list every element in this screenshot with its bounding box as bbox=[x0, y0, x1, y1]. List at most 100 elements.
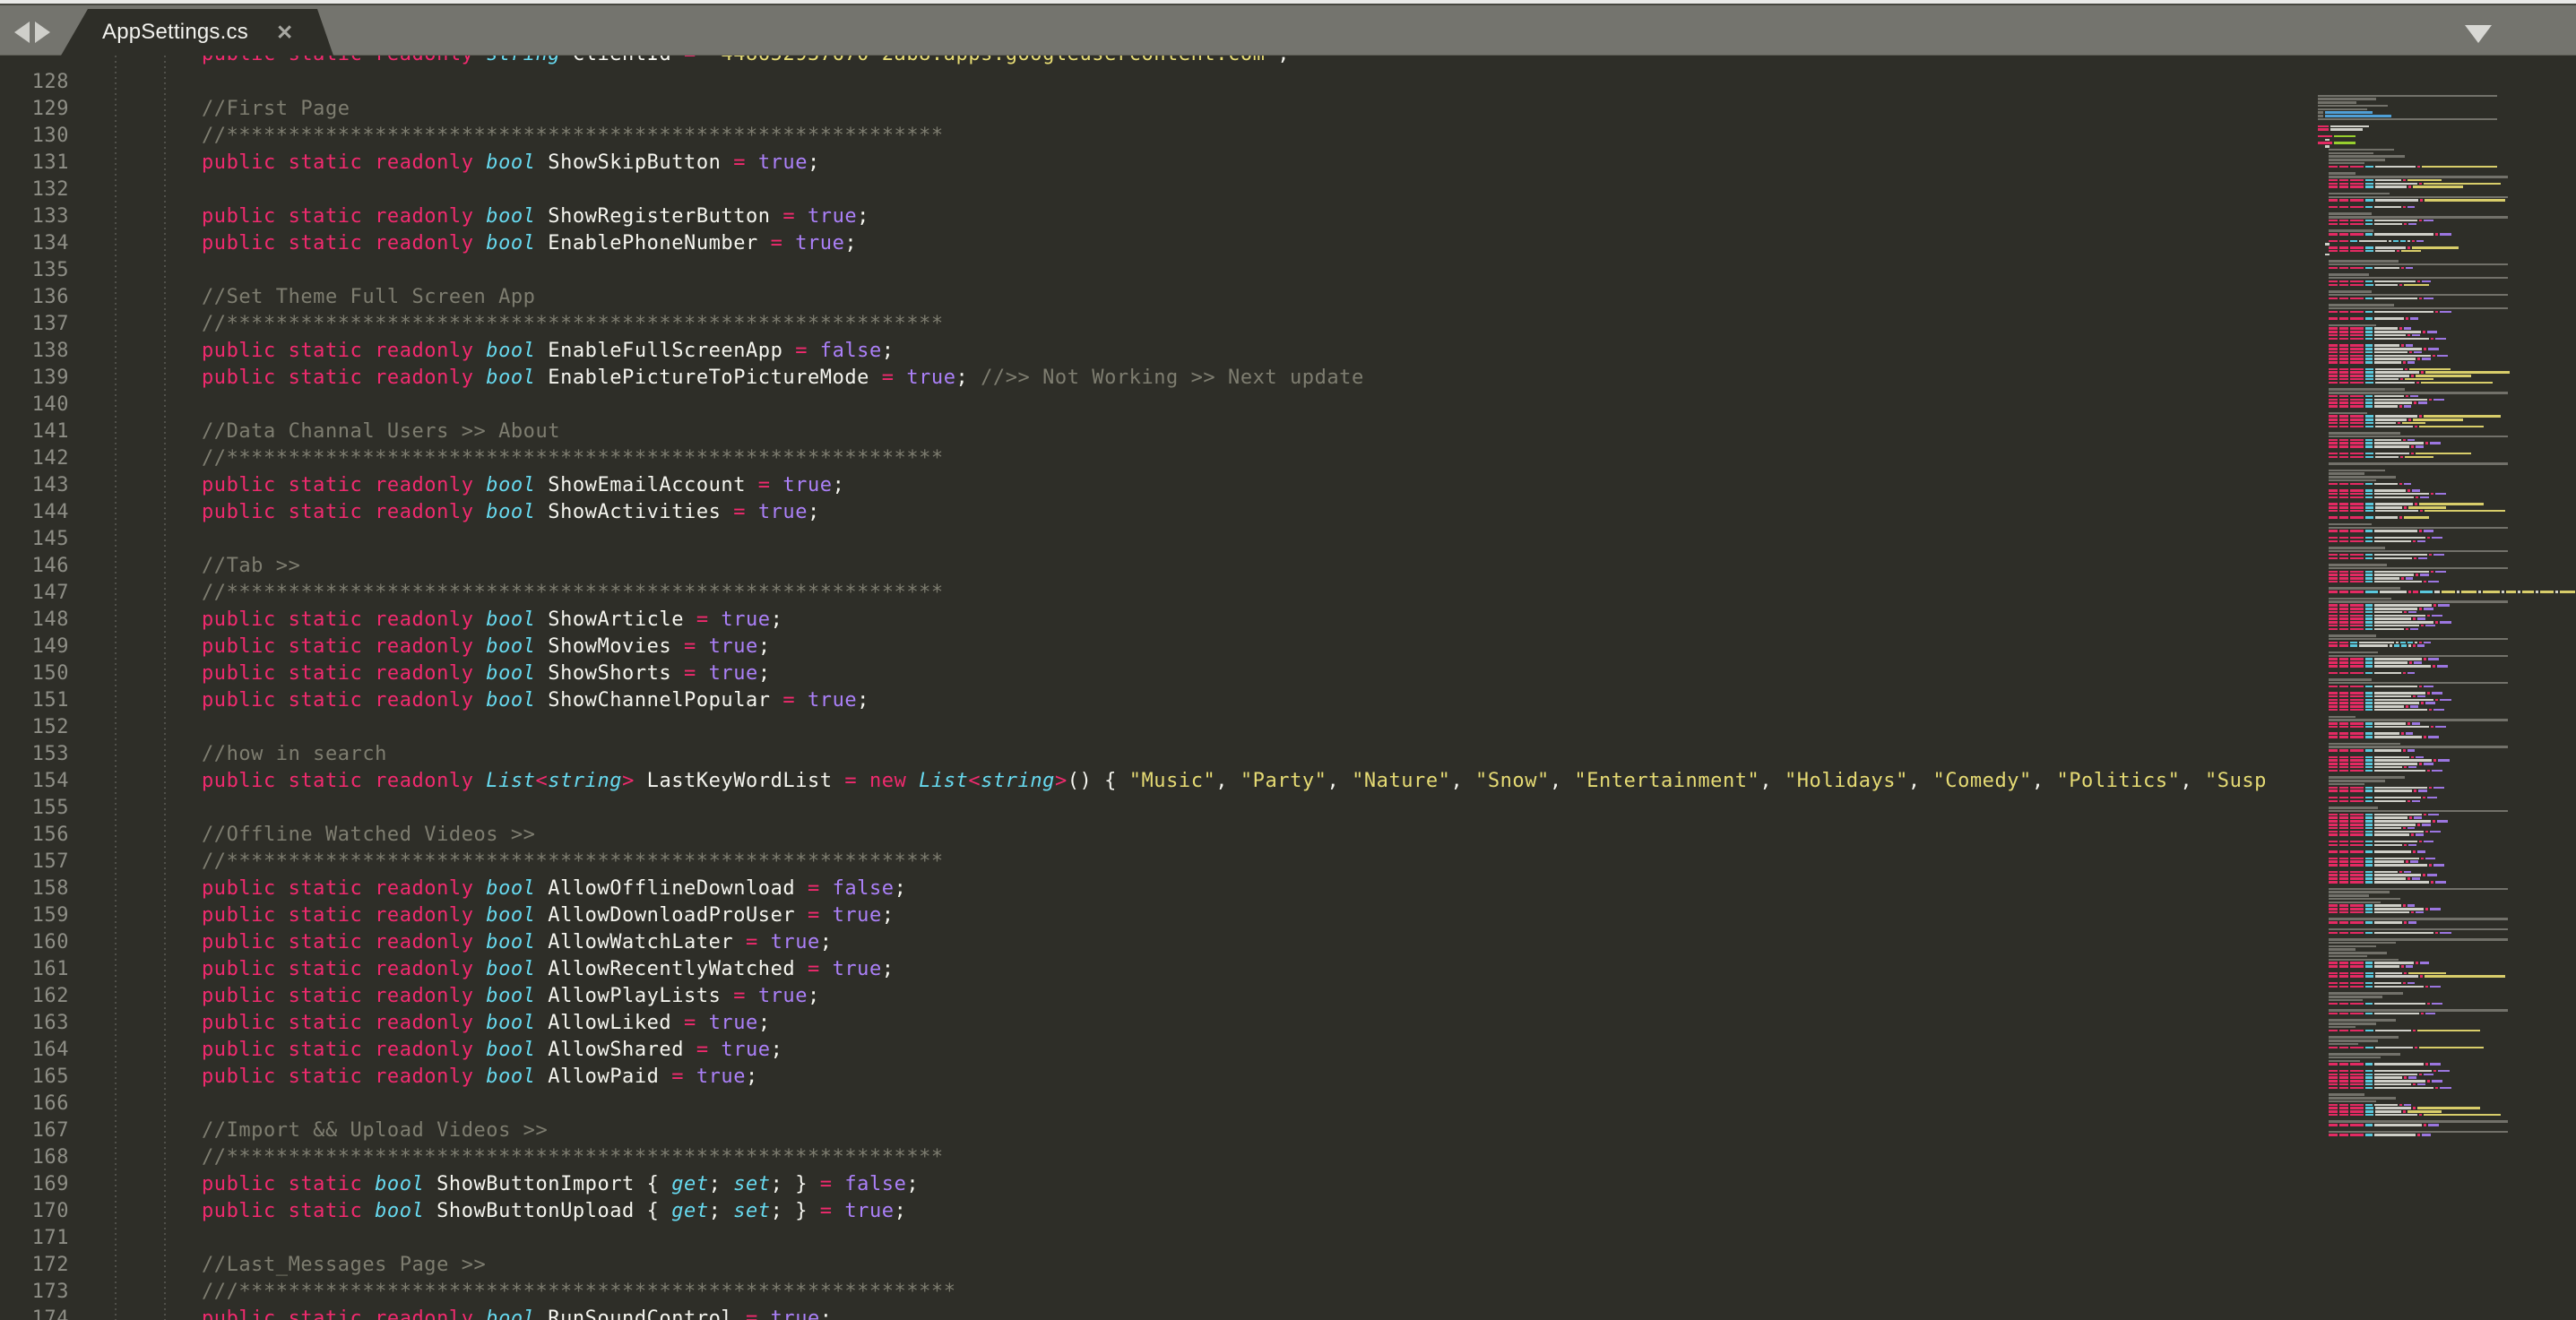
minimap-segment bbox=[2329, 621, 2338, 624]
minimap-segment bbox=[2329, 547, 2385, 549]
minimap-segment bbox=[2350, 705, 2364, 708]
minimap-segment bbox=[2350, 615, 2364, 617]
minimap-segment bbox=[2339, 1047, 2348, 1049]
minimap-segment bbox=[2424, 415, 2501, 418]
minimap-segment bbox=[2404, 1104, 2411, 1107]
minimap-segment bbox=[2408, 1076, 2416, 1079]
minimap-segment bbox=[2365, 692, 2373, 695]
minimap-segment bbox=[2329, 442, 2338, 444]
minimap-segment bbox=[2329, 1124, 2338, 1126]
minimap-segment bbox=[2329, 686, 2338, 688]
minimap-segment bbox=[2438, 604, 2450, 607]
minimap-segment bbox=[2350, 732, 2364, 735]
minimap[interactable] bbox=[2311, 56, 2576, 1320]
minimap-segment bbox=[2350, 1047, 2364, 1049]
minimap-segment bbox=[2440, 233, 2451, 236]
minimap-segment bbox=[2409, 368, 2451, 371]
minimap-segment bbox=[2339, 577, 2348, 580]
minimap-segment bbox=[2350, 699, 2364, 702]
minimap-segment bbox=[2365, 453, 2373, 455]
minimap-segment bbox=[2339, 220, 2348, 222]
minimap-segment bbox=[2413, 591, 2418, 593]
minimap-segment bbox=[2422, 166, 2496, 168]
minimap-segment bbox=[2365, 871, 2373, 874]
minimap-segment bbox=[2339, 787, 2348, 789]
minimap-segment bbox=[2375, 453, 2409, 455]
minimap-segment bbox=[2329, 749, 2338, 752]
minimap-segment bbox=[2374, 800, 2406, 803]
minimap-segment bbox=[2374, 223, 2402, 226]
minimap-segment bbox=[2374, 841, 2417, 843]
minimap-segment bbox=[2374, 986, 2424, 988]
minimap-segment bbox=[2375, 250, 2395, 253]
minimap-segment bbox=[2339, 797, 2348, 799]
minimap-segment bbox=[2415, 642, 2417, 644]
minimap-segment bbox=[2401, 250, 2421, 253]
minimap-segment bbox=[2428, 658, 2438, 660]
minimap-segment bbox=[2406, 705, 2408, 708]
minimap-segment bbox=[2365, 921, 2373, 924]
line-number: 141 bbox=[0, 420, 69, 443]
minimap-segment bbox=[2329, 196, 2508, 199]
minimap-segment bbox=[2365, 833, 2373, 836]
code-line: 148public static readonly bool ShowArtic… bbox=[0, 606, 2576, 633]
forward-arrow-icon[interactable] bbox=[35, 22, 50, 43]
minimap-segment bbox=[2329, 418, 2338, 421]
back-arrow-icon[interactable] bbox=[14, 22, 30, 43]
tab-list-dropdown-icon[interactable] bbox=[2465, 25, 2492, 43]
minimap-segment bbox=[2350, 179, 2364, 182]
minimap-segment bbox=[2339, 516, 2348, 519]
minimap-segment bbox=[2421, 625, 2424, 627]
minimap-segment bbox=[2419, 1074, 2422, 1076]
minimap-segment bbox=[2380, 591, 2407, 593]
minimap-segment bbox=[2339, 831, 2348, 833]
code-line: 153//how in search bbox=[0, 740, 2576, 767]
minimap-segment bbox=[2329, 600, 2508, 603]
minimap-segment bbox=[2339, 456, 2348, 459]
minimap-segment bbox=[2407, 672, 2415, 675]
minimap-segment bbox=[2374, 665, 2431, 668]
minimap-segment bbox=[2419, 642, 2422, 644]
minimap-segment bbox=[2350, 577, 2364, 580]
minimap-segment bbox=[2339, 824, 2348, 826]
minimap-segment bbox=[2410, 317, 2418, 320]
minimap-segment bbox=[2339, 921, 2348, 924]
line-number: 170 bbox=[0, 1200, 69, 1222]
minimap-segment bbox=[2329, 736, 2338, 738]
minimap-segment bbox=[2365, 185, 2373, 188]
minimap-segment bbox=[2329, 655, 2508, 658]
minimap-segment bbox=[2404, 611, 2407, 614]
editor-pane[interactable]: public static readonly string ClientId =… bbox=[0, 56, 2576, 1320]
minimap-segment bbox=[2329, 617, 2338, 620]
line-number: 158 bbox=[0, 877, 69, 900]
code-text: ///*************************************… bbox=[69, 1281, 956, 1303]
minimap-segment bbox=[2350, 503, 2364, 505]
minimap-segment bbox=[2339, 661, 2348, 664]
minimap-segment bbox=[2374, 1074, 2417, 1076]
minimap-segment bbox=[2374, 709, 2427, 712]
line-number: 130 bbox=[0, 125, 69, 147]
minimap-segment bbox=[2421, 371, 2424, 374]
minimap-segment bbox=[2329, 493, 2338, 496]
minimap-segment bbox=[2365, 827, 2373, 830]
minimap-segment bbox=[2329, 975, 2338, 978]
minimap-segment bbox=[2350, 608, 2364, 610]
line-number: 143 bbox=[0, 474, 69, 496]
code-text: //Offline Watched Videos >> bbox=[69, 824, 535, 846]
minimap-segment bbox=[2350, 327, 2364, 330]
minimap-segment bbox=[2375, 506, 2402, 509]
tab-appsettings[interactable]: AppSettings.cs ✕ bbox=[61, 9, 333, 56]
minimap-segment bbox=[2329, 166, 2338, 168]
minimap-segment bbox=[2365, 581, 2373, 583]
minimap-segment bbox=[2374, 317, 2404, 320]
minimap-segment bbox=[2374, 759, 2432, 762]
minimap-segment bbox=[2374, 787, 2427, 789]
minimap-segment bbox=[2329, 1076, 2338, 1079]
minimap-segment bbox=[2374, 233, 2433, 236]
minimap-segment bbox=[2414, 351, 2422, 354]
minimap-segment bbox=[2339, 841, 2348, 843]
minimap-segment bbox=[2365, 617, 2373, 620]
minimap-segment bbox=[2350, 426, 2364, 428]
code-text: public static readonly bool AllowOffline… bbox=[69, 877, 906, 900]
tab-close-icon[interactable]: ✕ bbox=[276, 9, 293, 56]
